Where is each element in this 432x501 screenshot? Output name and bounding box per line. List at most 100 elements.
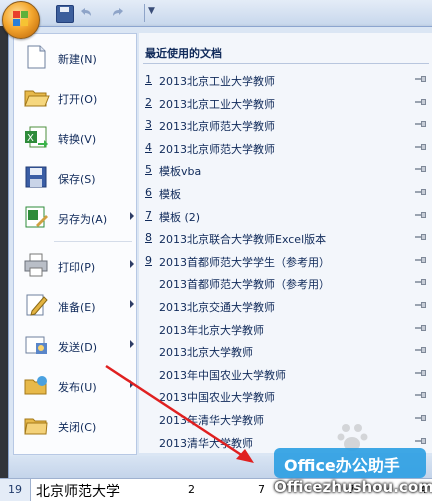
recent-document-item[interactable]: 2013北京大学教师 [139, 340, 432, 362]
recent-document-item[interactable]: 2013中国农业大学教师 [139, 385, 432, 407]
save-icon [22, 163, 50, 191]
pin-icon[interactable] [415, 256, 427, 263]
window-edge [0, 26, 8, 478]
pin-icon[interactable] [415, 189, 427, 195]
office-logo-icon [13, 11, 29, 27]
open-folder-icon [22, 83, 50, 111]
recent-document-name: 2013北京工业大学教师 [159, 75, 275, 88]
send-icon [22, 331, 50, 359]
menu-convert[interactable]: X 转换(V) [14, 118, 134, 158]
menu-convert-label: 转换(V) [58, 133, 97, 146]
recent-document-item[interactable]: 2013年中国农业大学教师 [139, 363, 432, 385]
menu-print[interactable]: 打印(P) [14, 246, 134, 286]
menu-save[interactable]: 保存(S) [14, 158, 134, 198]
recent-documents-title: 最近使用的文档 [145, 47, 222, 60]
recent-document-number: 3 [145, 118, 152, 132]
pin-icon[interactable] [415, 302, 427, 308]
save-as-icon [22, 203, 50, 231]
recent-document-item[interactable]: 6 模板 [139, 182, 432, 204]
menu-send[interactable]: 发送(D) [14, 326, 134, 366]
recent-document-number: 1 [145, 73, 152, 86]
pin-icon[interactable] [415, 369, 427, 376]
menu-close[interactable]: 关闭(C) [14, 406, 134, 446]
pin-icon[interactable] [415, 279, 427, 286]
recent-document-name: 2013首都师范大学学生（参考用） [159, 255, 330, 269]
submenu-arrow-icon [130, 380, 134, 388]
recent-document-item[interactable]: 7 模板 (2) [139, 205, 432, 227]
recent-document-name: 2013北京师范大学教师 [159, 142, 275, 156]
pin-icon[interactable] [415, 415, 427, 421]
recent-document-name: 2013北京联合大学教师Excel版本 [159, 233, 327, 247]
pin-icon[interactable] [415, 121, 427, 128]
watermark-title: Office办公助手 [284, 456, 400, 475]
redo-icon[interactable] [110, 5, 126, 21]
submenu-arrow-icon [130, 212, 134, 220]
recent-document-name: 2013年中国农业大学教师 [159, 368, 286, 382]
menu-prepare[interactable]: 准备(E) [14, 286, 134, 326]
recent-document-name: 2013首都师范大学教师（参考用） [159, 278, 330, 292]
recent-document-item[interactable]: 4 2013北京师范大学教师 [139, 137, 432, 159]
recent-document-name: 2013清华大学教师 [159, 436, 253, 450]
office-button[interactable] [2, 1, 40, 39]
recent-document-item[interactable]: 2 2013北京工业大学教师 [139, 92, 432, 114]
pin-icon[interactable] [415, 324, 427, 331]
recent-document-item[interactable]: 2013年北京大学教师 [139, 318, 432, 340]
menu-print-label: 打印(P) [58, 261, 96, 274]
recent-document-name: 模板 (2) [159, 210, 201, 224]
customize-toolbar-icon[interactable]: ▼ [148, 6, 155, 16]
new-document-icon [22, 43, 50, 71]
pin-icon[interactable] [415, 166, 427, 173]
svg-text:X: X [27, 133, 34, 144]
publish-icon [22, 371, 50, 399]
save-icon[interactable] [56, 5, 74, 23]
submenu-arrow-icon [130, 260, 134, 268]
pin-icon[interactable] [415, 392, 427, 399]
recent-document-item[interactable]: 9 2013首都师范大学学生（参考用） [139, 250, 432, 272]
recent-document-name: 2013北京师范大学教师 [159, 120, 275, 134]
recent-document-item[interactable]: 3 2013北京师范大学教师 [139, 114, 432, 136]
recent-document-name: 模板vba [159, 165, 202, 179]
recent-document-number: 5 [145, 163, 152, 177]
prepare-icon [22, 291, 50, 319]
menu-publish[interactable]: 发布(U) [14, 366, 134, 406]
menu-new[interactable]: 新建(N) [14, 38, 134, 78]
close-folder-icon [22, 411, 50, 439]
recent-document-name: 2013北京大学教师 [159, 346, 253, 360]
recent-document-number: 8 [145, 231, 152, 245]
submenu-arrow-icon [130, 340, 134, 348]
pin-icon[interactable] [415, 143, 427, 150]
menu-close-label: 关闭(C) [58, 421, 97, 434]
menu-open[interactable]: 打开(O) [14, 78, 134, 118]
undo-icon[interactable] [78, 5, 94, 21]
recent-document-name: 2013中国农业大学教师 [159, 391, 275, 405]
recent-document-item[interactable]: 8 2013北京联合大学教师Excel版本 [139, 227, 432, 249]
recent-document-item[interactable]: 5 模板vba [139, 159, 432, 181]
menu-save-as-label: 另存为(A) [58, 213, 108, 226]
quick-access-toolbar: ▼ [0, 0, 432, 27]
menu-save-as[interactable]: 另存为(A) [14, 198, 134, 238]
pin-icon[interactable] [415, 437, 427, 444]
pin-icon[interactable] [415, 211, 427, 218]
cell-value[interactable]: 2 [188, 483, 195, 496]
pin-icon[interactable] [415, 76, 427, 82]
recent-document-item[interactable]: 2013首都师范大学教师（参考用） [139, 272, 432, 294]
row-header[interactable]: 19 [0, 479, 31, 501]
watermark-url: Officezhushou.com [274, 478, 432, 496]
menu-send-label: 发送(D) [58, 341, 98, 354]
menu-new-label: 新建(N) [58, 53, 97, 66]
recent-document-name: 2013北京交通大学教师 [159, 301, 275, 314]
recent-document-item[interactable]: 2013年清华大学教师 [139, 408, 432, 430]
office-menu: 新建(N) 打开(O) X 转换(V) 保存(S) 另存为(A) 打印(P) 准… [8, 26, 432, 458]
recent-document-number: 6 [145, 186, 152, 199]
pin-icon[interactable] [415, 347, 427, 354]
pin-icon[interactable] [415, 98, 427, 105]
recent-document-item[interactable]: 1 2013北京工业大学教师 [139, 69, 432, 91]
convert-icon: X [22, 123, 50, 151]
cell-a[interactable]: 北京师范大学 [36, 481, 120, 501]
pin-icon[interactable] [415, 234, 427, 241]
cell-value[interactable]: 7 [258, 483, 265, 496]
recent-documents-panel: 最近使用的文档 1 2013北京工业大学教师 2 2013北京工业大学教师 3 2013北… [139, 33, 432, 453]
toolbar-separator [144, 4, 145, 22]
recent-document-item[interactable]: 2013北京交通大学教师 [139, 295, 432, 317]
menu-open-label: 打开(O) [58, 93, 98, 106]
